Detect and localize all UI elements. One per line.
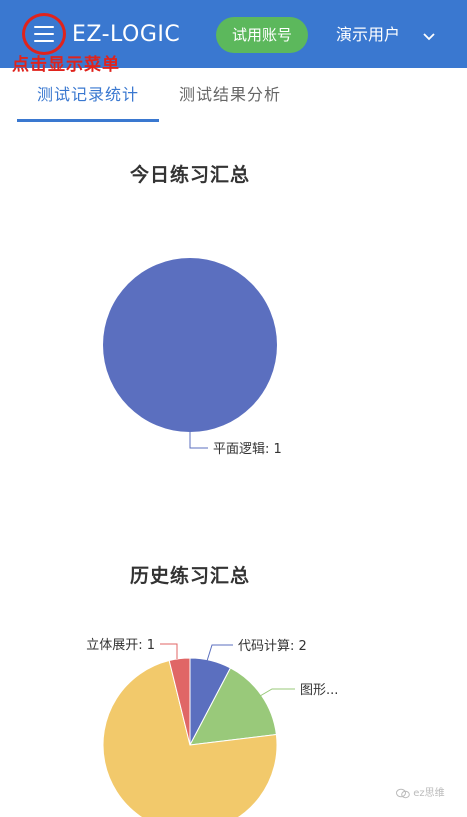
menu-button[interactable] bbox=[22, 13, 66, 55]
data-label: 图形... bbox=[300, 683, 338, 698]
data-label: 平面逻辑: 1 bbox=[213, 442, 282, 457]
tab-bar: 测试记录统计 测试结果分析 bbox=[0, 68, 467, 122]
hamburger-icon-line bbox=[34, 33, 54, 35]
label-leader-line bbox=[206, 644, 233, 662]
watermark: ez思维 bbox=[396, 787, 445, 801]
chevron-down-icon bbox=[423, 23, 435, 49]
tab-test-records[interactable]: 测试记录统计 bbox=[17, 68, 159, 122]
user-menu-label: 演示用户 bbox=[336, 25, 401, 44]
watermark-text: ez思维 bbox=[413, 788, 445, 799]
tab-test-analysis[interactable]: 测试结果分析 bbox=[159, 68, 301, 122]
data-label: 代码计算: 2 bbox=[238, 639, 307, 654]
label-leader-line bbox=[259, 688, 295, 697]
data-label: 立体展开: 1 bbox=[86, 638, 155, 653]
pie-slice[interactable] bbox=[103, 258, 277, 432]
label-leader-line bbox=[160, 643, 178, 659]
hamburger-icon-line bbox=[34, 40, 54, 42]
wechat-icon bbox=[396, 788, 410, 798]
history-chart-title: 历史练习汇总 bbox=[129, 565, 250, 587]
label-leader-line bbox=[189, 432, 208, 449]
user-menu[interactable]: 演示用户 bbox=[336, 22, 435, 48]
active-tab-indicator bbox=[17, 119, 159, 122]
trial-account-button[interactable]: 试用账号 bbox=[216, 17, 308, 53]
today-pie-chart: 平面逻辑: 1 bbox=[103, 258, 282, 457]
hamburger-icon-line bbox=[34, 26, 54, 28]
brand-logo: EZ-LOGIC bbox=[72, 22, 181, 47]
today-chart-title: 今日练习汇总 bbox=[129, 164, 250, 186]
